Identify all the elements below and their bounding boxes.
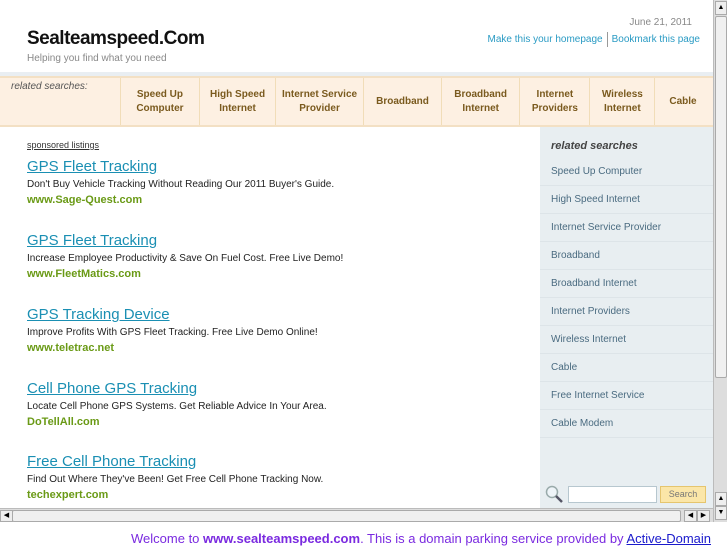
nav-item[interactable]: Broadband (363, 78, 441, 125)
divider (606, 32, 608, 47)
make-homepage-link[interactable]: Make this your homepage (488, 34, 603, 45)
sidebar-item[interactable]: High Speed Internet (540, 186, 713, 214)
footer-domain: www.sealteamspeed.com (203, 531, 361, 546)
ad-url[interactable]: www.teletrac.net (27, 342, 318, 355)
scroll-left-button[interactable]: ◀ (684, 510, 697, 522)
footer-text: Welcome to www.sealteamspeed.com. This i… (131, 531, 711, 546)
nav-label: related searches: (11, 81, 88, 92)
nav-item[interactable]: Broadband Internet (440, 78, 520, 125)
scroll-thumb[interactable] (715, 16, 727, 378)
sidebar-item[interactable]: Broadband (540, 242, 713, 270)
sidebar-item[interactable]: Broadband Internet (540, 270, 713, 298)
vertical-scrollbar[interactable]: ▲ ▲ ▼ (713, 0, 727, 522)
ad-desc: Find Out Where They've Been! Get Free Ce… (27, 474, 324, 485)
ad-title[interactable]: GPS Fleet Tracking (27, 158, 334, 175)
search-input[interactable] (568, 485, 657, 503)
sidebar: related searches Speed Up Computer High … (540, 127, 713, 508)
sidebar-title: related searches (551, 140, 638, 152)
nav-item[interactable]: Internet Providers (519, 78, 589, 125)
sidebar-item[interactable]: Cable Modem (540, 410, 713, 438)
sidebar-item[interactable]: Speed Up Computer (540, 158, 713, 186)
ad-listing: Cell Phone GPS Tracking Locate Cell Phone… (27, 380, 327, 429)
ad-title[interactable]: GPS Tracking Device (27, 306, 318, 323)
bookmark-link[interactable]: Bookmark this page (612, 34, 700, 45)
search-box: Search (545, 485, 706, 503)
nav-item[interactable]: Speed Up Computer (119, 78, 200, 125)
nav-item[interactable]: Cable (654, 78, 713, 125)
ad-title[interactable]: Cell Phone GPS Tracking (27, 380, 327, 397)
search-icon (545, 485, 563, 503)
ad-listing: GPS Fleet Tracking Increase Employee Prod… (27, 232, 343, 281)
sponsored-label: sponsored listings (27, 140, 100, 150)
sidebar-item[interactable]: Internet Service Provider (540, 214, 713, 242)
top-links: Make this your homepage Bookmark this pag… (488, 32, 700, 47)
nav-item[interactable]: Wireless Internet (589, 78, 654, 125)
ad-url[interactable]: techexpert.com (27, 489, 323, 502)
ad-desc: Don't Buy Vehicle Tracking Without Readi… (27, 179, 335, 190)
provider-link[interactable]: Active-Domain (626, 531, 711, 546)
ad-url[interactable]: DoTellAll.com (27, 416, 327, 429)
ad-title[interactable]: GPS Fleet Tracking (27, 232, 343, 249)
ad-listing: GPS Fleet Tracking Don't Buy Vehicle Trac… (27, 158, 334, 207)
related-searches-nav: related searches: Speed Up Computer High… (0, 76, 713, 127)
ad-desc: Increase Employee Productivity & Save On… (27, 253, 344, 264)
nav-item[interactable]: High Speed Internet (199, 78, 275, 125)
ad-desc: Locate Cell Phone GPS Systems. Get Relia… (27, 401, 327, 412)
horizontal-scrollbar[interactable]: ◀ ◀ ▶ (0, 508, 713, 522)
scroll-up-button[interactable]: ▲ (715, 1, 727, 15)
date: June 21, 2011 (629, 17, 692, 28)
nav-item[interactable]: Internet Service Provider (274, 78, 363, 125)
scroll-down-button[interactable]: ▼ (715, 506, 727, 520)
ad-listing: GPS Tracking Device Improve Profits With … (27, 306, 318, 355)
ad-title[interactable]: Free Cell Phone Tracking (27, 453, 323, 470)
ad-desc: Improve Profits With GPS Fleet Tracking.… (27, 327, 318, 338)
parked-page-frame: Sealteamspeed.Com Helping you find what … (0, 0, 713, 508)
footer-middle: . This is a domain parking service provi… (360, 531, 627, 546)
sidebar-item[interactable]: Free Internet Service (540, 382, 713, 410)
sidebar-item[interactable]: Cable (540, 354, 713, 382)
footer-prefix: Welcome to (131, 531, 204, 546)
ad-listing: Free Cell Phone Tracking Find Out Where T… (27, 453, 323, 502)
sidebar-item[interactable]: Internet Providers (540, 298, 713, 326)
scroll-thumb[interactable] (12, 510, 681, 522)
search-button[interactable]: Search (660, 485, 706, 503)
site-title: Sealteamspeed.Com (27, 28, 205, 49)
sidebar-item[interactable]: Wireless Internet (540, 326, 713, 354)
tagline: Helping you find what you need (27, 53, 167, 64)
ad-url[interactable]: www.Sage-Quest.com (27, 194, 334, 207)
scroll-right-button[interactable]: ▶ (697, 510, 710, 522)
ad-url[interactable]: www.FleetMatics.com (27, 268, 343, 281)
scroll-up-button[interactable]: ▲ (715, 492, 727, 506)
